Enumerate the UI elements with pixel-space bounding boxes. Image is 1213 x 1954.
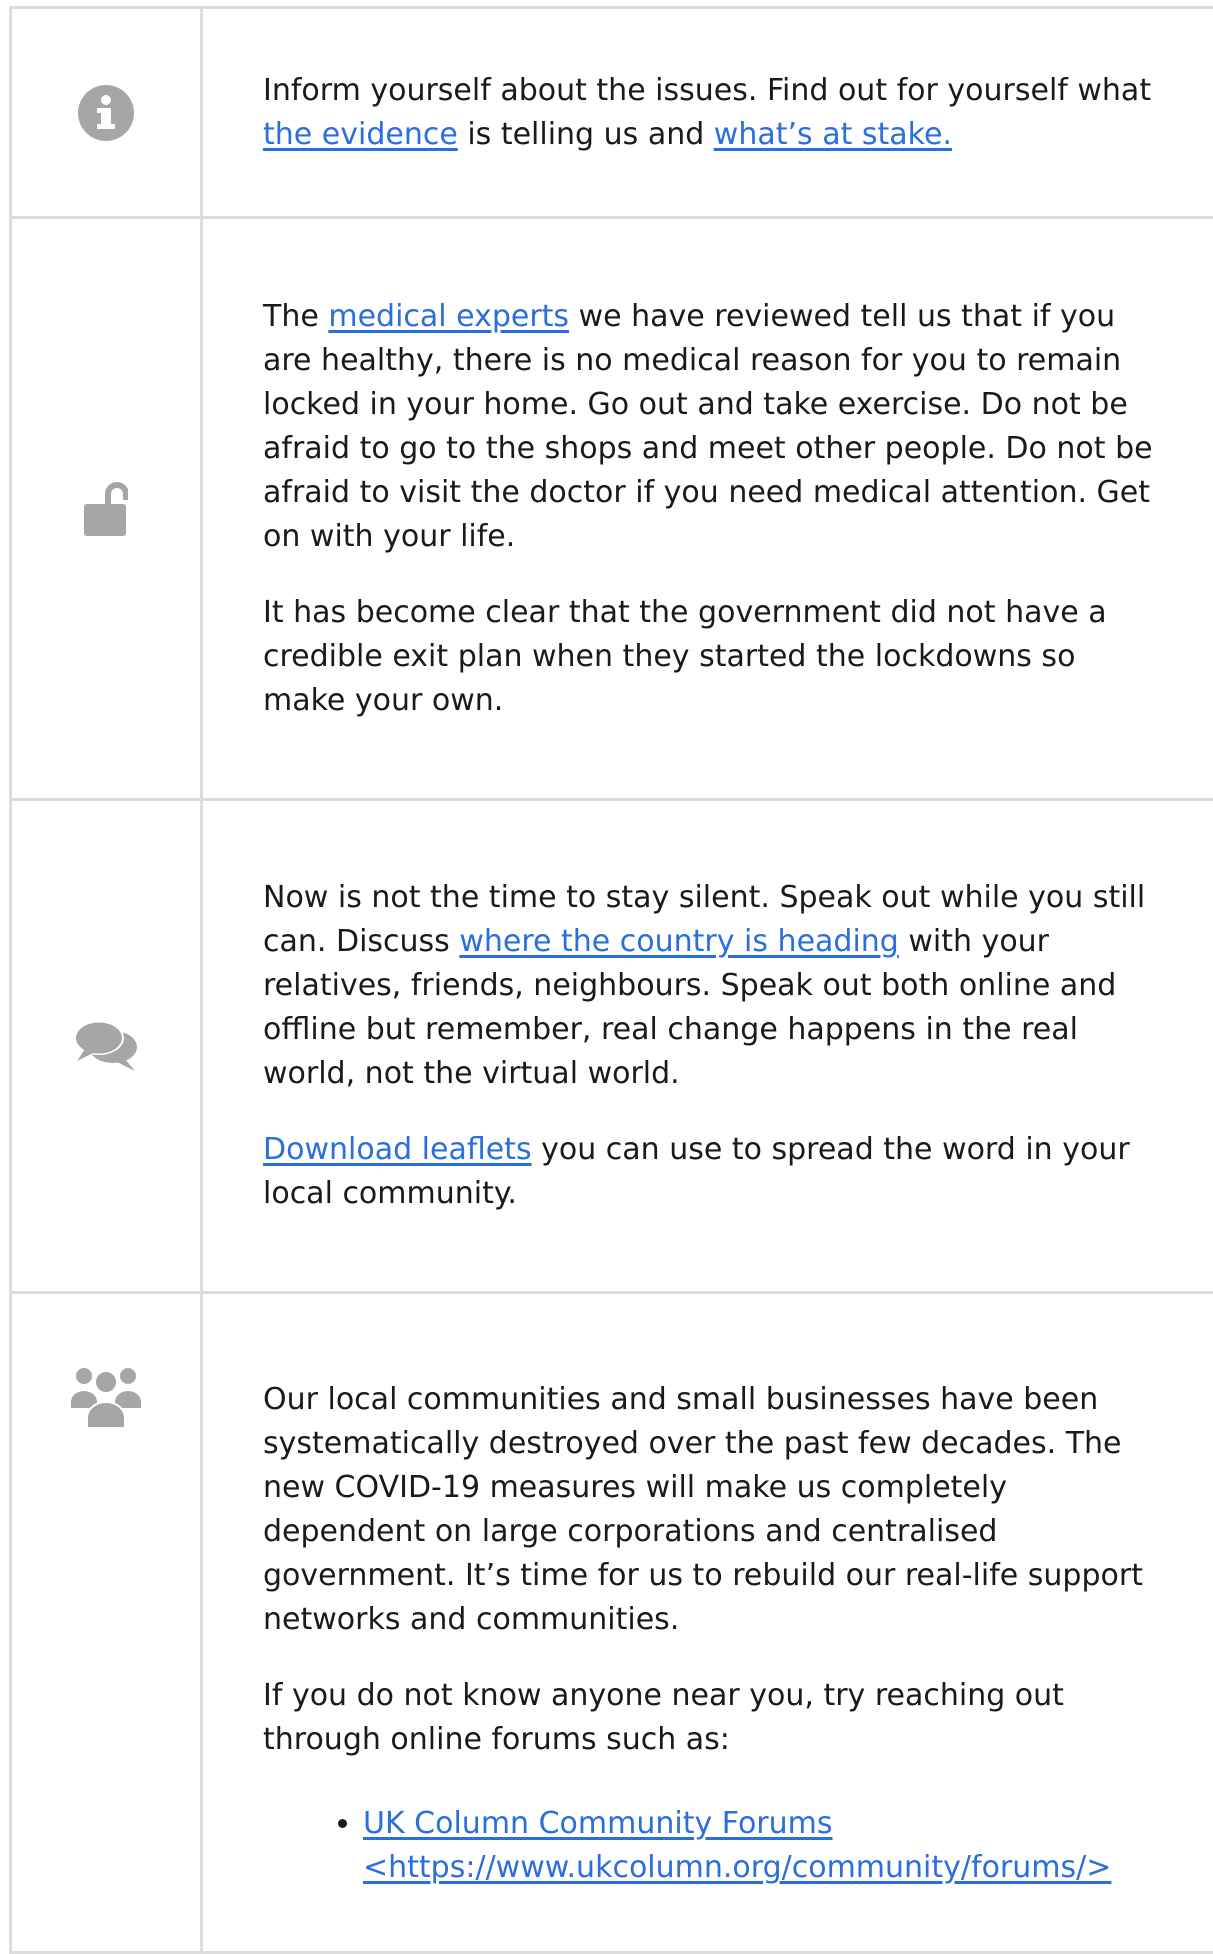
medical-paragraph: The medical experts we have reviewed tel… (263, 295, 1163, 559)
communities-paragraph: Our local communities and small business… (263, 1382, 1143, 1637)
text-cell: Our local communities and small business… (203, 1294, 1213, 1951)
inform-paragraph: Inform yourself about the issues. Find o… (263, 69, 1163, 157)
country-heading-link[interactable]: where the country is heading (459, 924, 899, 959)
text-cell: Inform yourself about the issues. Find o… (203, 9, 1213, 216)
whats-at-stake-link[interactable]: what’s at stake. (714, 117, 952, 152)
unlock-icon (84, 480, 128, 538)
download-leaflets-link[interactable]: Download leaflets (263, 1132, 532, 1167)
info-circle-icon (78, 84, 134, 141)
leaflets-paragraph: Download leaflets you can use to spread … (263, 1128, 1163, 1216)
row-get-on: The medical experts we have reviewed tel… (12, 219, 1213, 801)
users-icon (71, 1364, 141, 1430)
forums-list: UK Column Community Forums <https://www.… (263, 1802, 1182, 1890)
text-span: Inform yourself about the issues. Find o… (263, 72, 1152, 108)
comments-icon (73, 1019, 139, 1073)
text-cell: Now is not the time to stay silent. Spea… (203, 801, 1213, 1291)
uk-column-forums-link[interactable]: UK Column Community Forums <https://www.… (363, 1806, 1111, 1885)
medical-experts-link[interactable]: medical experts (328, 299, 569, 334)
icon-cell (12, 1294, 203, 1951)
text-span: is telling us and (457, 116, 714, 152)
speak-out-paragraph: Now is not the time to stay silent. Spea… (263, 876, 1163, 1096)
text-span: we have reviewed tell us that if you are… (263, 298, 1153, 554)
text-span: The (263, 298, 329, 334)
text-cell: The medical experts we have reviewed tel… (203, 219, 1213, 798)
evidence-link[interactable]: the evidence (263, 117, 458, 152)
action-table: Inform yourself about the issues. Find o… (9, 6, 1213, 1954)
icon-cell (12, 9, 203, 216)
list-item: UK Column Community Forums <https://www.… (363, 1802, 1182, 1890)
row-inform: Inform yourself about the issues. Find o… (12, 9, 1213, 219)
icon-cell (12, 801, 203, 1291)
forums-intro-paragraph: If you do not know anyone near you, try … (263, 1678, 1064, 1757)
row-community: Our local communities and small business… (12, 1294, 1213, 1954)
icon-cell (12, 219, 203, 798)
exit-plan-paragraph: It has become clear that the government … (263, 594, 1107, 718)
row-speak-out: Now is not the time to stay silent. Spea… (12, 801, 1213, 1294)
